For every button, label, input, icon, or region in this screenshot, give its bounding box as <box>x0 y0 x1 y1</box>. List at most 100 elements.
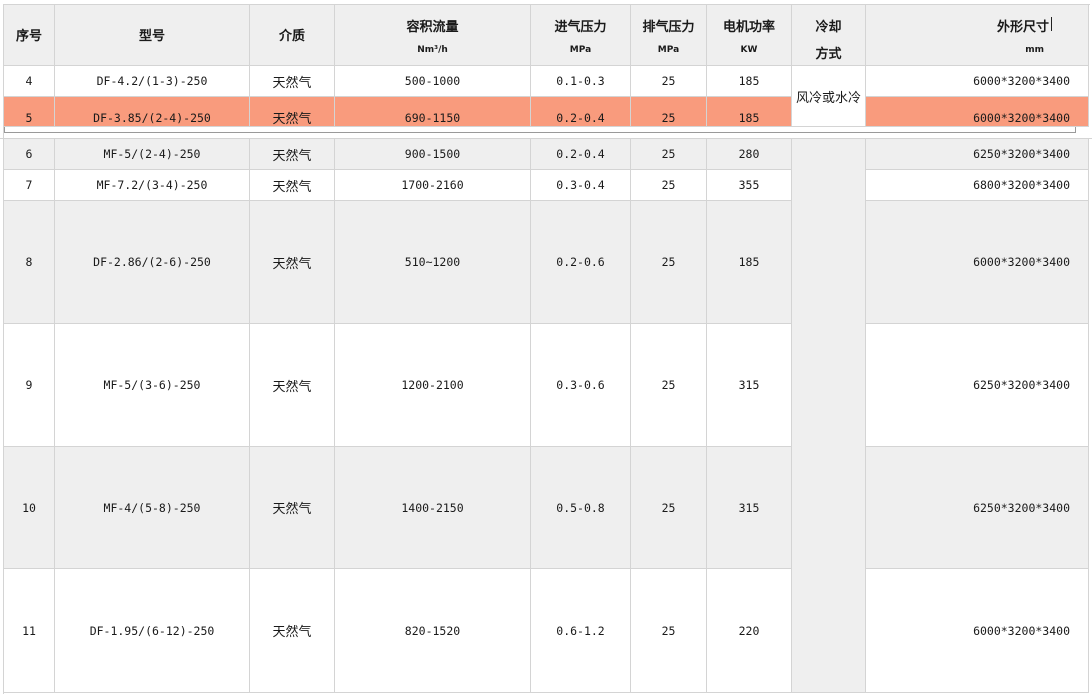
header-cooling[interactable]: 冷却 方式 <box>792 4 866 66</box>
cell-model[interactable]: MF-5/(2-4)-250 <box>55 139 250 170</box>
cell-outlet[interactable]: 25 <box>631 447 707 569</box>
cell-dims[interactable]: 6000*3200*3400 <box>866 201 1089 324</box>
cell-dims[interactable]: 6000*3200*3400 <box>866 66 1089 97</box>
cell-model[interactable]: DF-3.85/(2-4)-250 <box>55 97 250 127</box>
header-motor-label: 电机功率 <box>722 20 775 35</box>
cell-inlet[interactable]: 0.1-0.3 <box>531 66 631 97</box>
cell-flow[interactable]: 820-1520 <box>335 569 531 693</box>
cell-dims[interactable]: 6800*3200*3400 <box>866 170 1089 201</box>
cell-seq[interactable]: 4 <box>4 66 55 97</box>
flow-value: 900-1500 <box>404 147 461 161</box>
inlet-value: 0.3-0.6 <box>556 378 605 392</box>
cell-flow[interactable]: 690-1150 <box>335 97 531 127</box>
cooling-cell-merged-top[interactable]: 风冷或水冷 <box>792 66 866 127</box>
medium-value: 天然气 <box>272 502 312 517</box>
cell-outlet[interactable]: 25 <box>631 97 707 127</box>
cell-inlet[interactable]: 0.3-0.4 <box>531 170 631 201</box>
header-seq[interactable]: 序号 <box>4 4 55 66</box>
cell-dims[interactable]: 6250*3200*3400 <box>866 139 1089 170</box>
header-inlet[interactable]: 进气压力 MPa <box>531 4 631 66</box>
cell-inlet[interactable]: 0.2-0.6 <box>531 201 631 324</box>
cell-model[interactable]: DF-2.86/(2-6)-250 <box>55 201 250 324</box>
header-outlet-label: 排气压力 <box>642 20 695 35</box>
medium-value: 天然气 <box>272 256 312 272</box>
header-seq-label: 序号 <box>15 29 42 44</box>
cell-flow[interactable]: 500-1000 <box>335 66 531 97</box>
cell-medium[interactable]: 天然气 <box>250 324 335 447</box>
header-outlet[interactable]: 排气压力 MPa <box>631 4 707 66</box>
cell-seq[interactable]: 6 <box>4 139 55 170</box>
dims-value: 6800*3200*3400 <box>973 178 1070 192</box>
cell-medium[interactable]: 天然气 <box>250 139 335 170</box>
cell-dims[interactable]: 6250*3200*3400 <box>866 324 1089 447</box>
header-cooling-label-1: 冷却 <box>815 20 842 35</box>
motor-value: 315 <box>738 378 760 392</box>
cell-outlet[interactable]: 25 <box>631 201 707 324</box>
cell-outlet[interactable]: 25 <box>631 139 707 170</box>
dims-value: 6000*3200*3400 <box>973 74 1070 88</box>
header-dims[interactable]: 外形尺寸 mm <box>866 4 1089 66</box>
cell-dims[interactable]: 6000*3200*3400 <box>866 97 1089 127</box>
cell-flow[interactable]: 900-1500 <box>335 139 531 170</box>
cell-inlet[interactable]: 0.6-1.2 <box>531 569 631 693</box>
cell-outlet[interactable]: 25 <box>631 170 707 201</box>
inlet-value: 0.1-0.3 <box>556 74 605 88</box>
cell-medium[interactable]: 天然气 <box>250 447 335 569</box>
cell-motor[interactable]: 315 <box>707 447 792 569</box>
cell-seq[interactable]: 5 <box>4 97 55 127</box>
inlet-value: 0.6-1.2 <box>556 623 605 638</box>
cell-motor[interactable]: 280 <box>707 139 792 170</box>
cell-seq[interactable]: 8 <box>4 201 55 324</box>
cell-medium[interactable]: 天然气 <box>250 569 335 693</box>
cell-inlet[interactable]: 0.5-0.8 <box>531 447 631 569</box>
cell-motor[interactable]: 315 <box>707 324 792 447</box>
header-outlet-unit: MPa <box>657 45 680 55</box>
cell-motor[interactable]: 220 <box>707 569 792 693</box>
header-inlet-unit: MPa <box>569 45 592 55</box>
cell-flow[interactable]: 1400-2150 <box>335 447 531 569</box>
cell-flow[interactable]: 1700-2160 <box>335 170 531 201</box>
cell-model[interactable]: DF-4.2/(1-3)-250 <box>55 66 250 97</box>
header-medium-label: 介质 <box>278 29 305 44</box>
outlet-value: 25 <box>661 378 676 392</box>
cell-outlet[interactable]: 25 <box>631 66 707 97</box>
cell-model[interactable]: MF-5/(3-6)-250 <box>55 324 250 447</box>
cell-seq[interactable]: 10 <box>4 447 55 569</box>
seq-value: 9 <box>25 378 33 392</box>
header-medium[interactable]: 介质 <box>250 4 335 66</box>
cell-outlet[interactable]: 25 <box>631 569 707 693</box>
header-model[interactable]: 型号 <box>55 4 250 66</box>
outlet-value: 25 <box>661 623 676 638</box>
cell-motor[interactable]: 355 <box>707 170 792 201</box>
cell-inlet[interactable]: 0.2-0.4 <box>531 97 631 127</box>
cell-medium[interactable]: 天然气 <box>250 201 335 324</box>
outlet-value: 25 <box>661 110 676 125</box>
flow-value: 1200-2100 <box>401 378 464 392</box>
model-value: MF-4/(5-8)-250 <box>103 500 201 515</box>
cell-dims[interactable]: 6000*3200*3400 <box>866 569 1089 693</box>
cell-outlet[interactable]: 25 <box>631 324 707 447</box>
cell-flow[interactable]: 510~1200 <box>335 201 531 324</box>
cell-dims[interactable]: 6250*3200*3400 <box>866 447 1089 569</box>
cell-medium[interactable]: 天然气 <box>250 170 335 201</box>
medium-value: 天然气 <box>272 112 312 127</box>
header-motor[interactable]: 电机功率 KW <box>707 4 792 66</box>
cell-motor[interactable]: 185 <box>707 201 792 324</box>
cell-medium[interactable]: 天然气 <box>250 97 335 127</box>
outlet-value: 25 <box>661 147 676 161</box>
cell-seq[interactable]: 7 <box>4 170 55 201</box>
cell-motor[interactable]: 185 <box>707 66 792 97</box>
cell-model[interactable]: MF-4/(5-8)-250 <box>55 447 250 569</box>
cell-inlet[interactable]: 0.3-0.6 <box>531 324 631 447</box>
cell-seq[interactable]: 11 <box>4 569 55 693</box>
cell-flow[interactable]: 1200-2100 <box>335 324 531 447</box>
header-model-label: 型号 <box>138 29 165 44</box>
header-flow[interactable]: 容积流量 Nm³/h <box>335 4 531 66</box>
cell-medium[interactable]: 天然气 <box>250 66 335 97</box>
cell-inlet[interactable]: 0.2-0.4 <box>531 139 631 170</box>
cooling-cell-merged-bottom[interactable] <box>792 139 866 693</box>
cell-seq[interactable]: 9 <box>4 324 55 447</box>
cell-motor[interactable]: 185 <box>707 97 792 127</box>
cell-model[interactable]: DF-1.95/(6-12)-250 <box>55 569 250 693</box>
cell-model[interactable]: MF-7.2/(3-4)-250 <box>55 170 250 201</box>
